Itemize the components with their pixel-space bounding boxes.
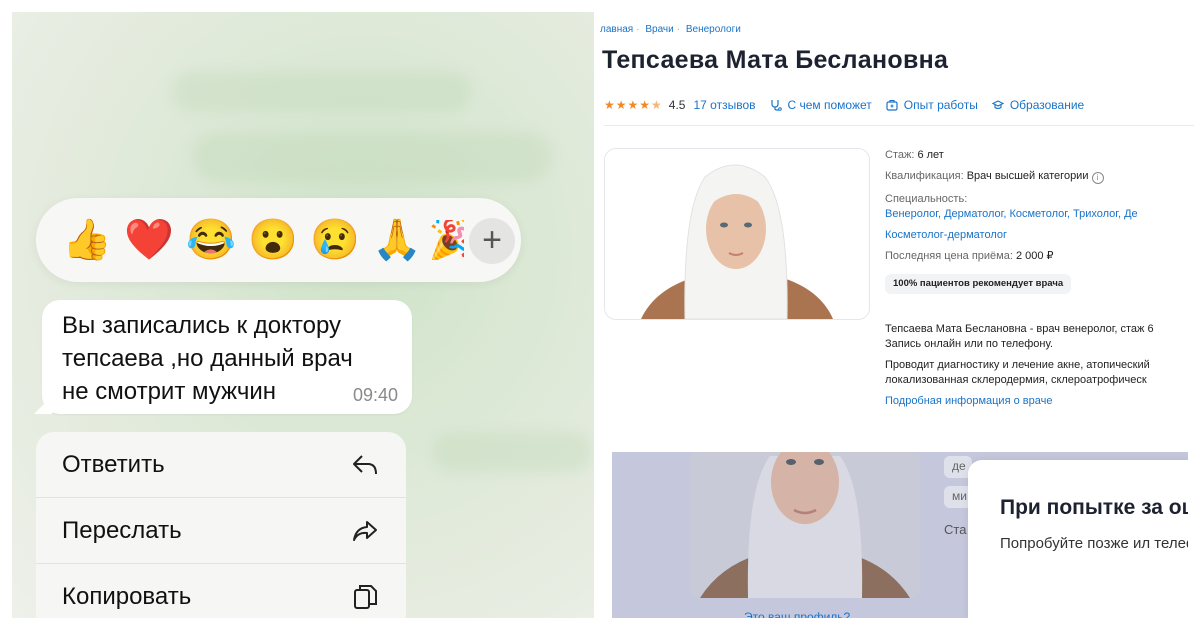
reaction-thumbs-up[interactable]: 👍 — [56, 220, 118, 260]
page-title: Тепсаева Мата Беслановна — [602, 46, 949, 74]
tab-experience-label: Опыт работы — [903, 98, 978, 112]
tab-education-label: Образование — [1009, 98, 1085, 112]
reaction-heart[interactable]: ❤️ — [118, 220, 180, 260]
qualification-value: Врач высшей категории — [966, 170, 1089, 182]
tab-education[interactable]: Образование — [991, 98, 1085, 112]
doctor-photo-dimmed — [690, 452, 920, 598]
specialty-cosmetologist-dermatologist[interactable]: Косметолог-дерматолог — [885, 230, 1138, 241]
reaction-bar: 👍 ❤️ 😂 😮 😢 🙏 🎉 + — [36, 198, 521, 282]
message-bubble[interactable]: Вы записались к доктору тепсаева ,но дан… — [42, 300, 412, 414]
blurred-background — [192, 132, 552, 182]
recommend-badge: 100% пациентов рекомендует врача — [885, 274, 1072, 294]
doctor-photo — [604, 148, 870, 320]
chat-panel: 👍 ❤️ 😂 😮 😢 🙏 🎉 + Вы записались к доктору… — [12, 12, 594, 618]
copy-icon — [354, 585, 377, 609]
experience-label-partial: Ста — [944, 522, 967, 537]
tab-experience[interactable]: Опыт работы — [886, 98, 978, 112]
price-value: 2 000 ₽ — [1015, 250, 1054, 262]
divider — [604, 125, 1194, 126]
breadcrumb-doctors[interactable]: Врачи — [645, 24, 673, 35]
briefcase-icon — [886, 99, 898, 111]
blurred-background — [432, 432, 592, 472]
forward-menu-item[interactable]: Переслать — [36, 498, 406, 564]
add-reaction-button[interactable]: + — [469, 218, 515, 264]
experience-label: Стаж: — [885, 149, 915, 161]
experience-value: 6 лет — [917, 149, 944, 161]
reply-menu-item[interactable]: Ответить — [36, 432, 406, 498]
error-subtitle: Попробуйте позже ил телефону — [1000, 535, 1188, 552]
doctor-info: Стаж: 6 лет Квалификация: Врач высшей ка… — [885, 150, 1138, 294]
info-icon[interactable]: i — [1091, 172, 1104, 184]
graduation-cap-icon — [991, 100, 1004, 110]
reaction-party[interactable]: 🎉 — [428, 220, 464, 260]
reaction-surprised[interactable]: 😮 — [242, 220, 304, 260]
reply-label: Ответить — [62, 450, 165, 478]
doctor-portrait-image — [690, 452, 920, 598]
blurred-background — [172, 72, 472, 112]
message-text: Вы записались к доктору тепсаева ,но дан… — [62, 312, 353, 405]
error-modal: При попытке за ошибка Попробуйте позже и… — [968, 460, 1188, 618]
breadcrumb: лавная · Врачи · Венерологи — [600, 24, 741, 35]
forward-icon — [353, 520, 377, 541]
forward-label: Переслать — [62, 516, 182, 544]
copy-label: Копировать — [62, 583, 192, 610]
context-menu: Ответить Переслать Копировать — [36, 432, 406, 618]
doctor-meta-row: ★★★★★ 4.5 17 отзывов С чем поможет Опыт … — [604, 98, 1084, 112]
qualification-label: Квалификация: — [885, 170, 964, 182]
stethoscope-icon — [770, 100, 782, 111]
error-title: При попытке за ошибка — [1000, 496, 1188, 519]
reaction-sad[interactable]: 😢 — [304, 220, 366, 260]
doctor-portrait-image — [605, 149, 869, 319]
reaction-laugh[interactable]: 😂 — [180, 220, 242, 260]
tab-helps-with-label: С чем поможет — [787, 98, 872, 112]
specialties-label: Специальность: — [885, 193, 968, 205]
description-line: Проводит диагностику и лечение акне, ато… — [885, 359, 1150, 371]
rating-stars: ★★★★★ — [604, 98, 663, 112]
breadcrumb-venereologists[interactable]: Венерологи — [686, 24, 741, 35]
tab-helps-with[interactable]: С чем поможет — [770, 98, 872, 112]
doctor-description: Тепсаева Мата Беслановна - врач венероло… — [885, 322, 1154, 415]
specialties-list[interactable]: Венеролог, Дерматолог, Косметолог, Трихо… — [885, 209, 1138, 220]
description-line: Запись онлайн или по телефону. — [885, 338, 1053, 350]
description-line: локализованная склеродермия, склероатроф… — [885, 374, 1147, 386]
reaction-pray[interactable]: 🙏 — [366, 220, 428, 260]
doctor-profile-page: лавная · Врачи · Венерологи Тепсаева Мата … — [600, 12, 1200, 442]
more-info-link[interactable]: Подробная информация о враче — [885, 394, 1154, 409]
reviews-link[interactable]: 17 отзывов — [693, 98, 755, 112]
rating-value: 4.5 — [668, 98, 686, 112]
description-line: Тепсаева Мата Беслановна - врач венероло… — [885, 323, 1154, 335]
is-your-profile-link[interactable]: Это ваш профиль? — [744, 610, 850, 618]
breadcrumb-home[interactable]: лавная — [600, 24, 633, 35]
message-time: 09:40 — [352, 385, 398, 405]
price-label: Последняя цена приёма: — [885, 250, 1013, 262]
booking-error-screen: де ми Ста Это ваш профиль? При попытке з… — [612, 452, 1188, 618]
copy-menu-item[interactable]: Копировать — [36, 564, 406, 618]
reply-icon — [353, 454, 377, 474]
